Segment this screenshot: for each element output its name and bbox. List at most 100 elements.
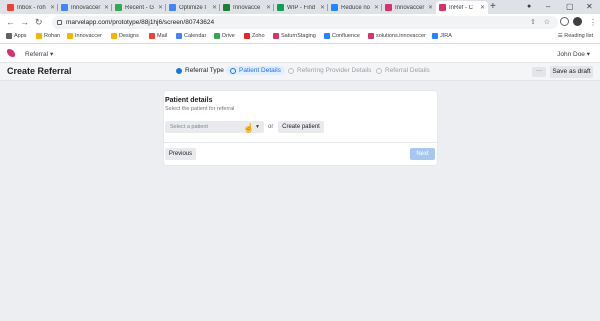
bookmark-label: JIRA [440,33,452,39]
create-patient-button[interactable]: Create patient [278,121,324,133]
tab-title: Reduce no [341,4,371,11]
step-referral-details: Referral Details [376,67,430,74]
calendar-icon [176,33,182,39]
chevron-down-icon: ▼ [255,124,260,130]
tab-title: Recent - G [125,4,155,11]
divider [164,142,437,143]
bookmark-folder[interactable]: Innovaccer [67,33,102,39]
circle-icon [376,67,382,74]
app-header: Referral ▾ John Doe ▾ [0,44,600,63]
confluence-icon [331,4,338,11]
close-tab-icon[interactable]: ✕ [374,4,379,11]
bookmark-mail[interactable]: Mail [149,33,167,39]
step-referring-provider: Referring Provider Details [288,67,371,74]
new-tab-icon[interactable]: + [490,1,496,13]
bookmark-label: Innovaccer [75,33,102,39]
back-icon[interactable]: ← [6,17,15,28]
minimize-icon[interactable]: – [546,1,550,13]
docs-icon [61,4,68,11]
chevron-down-icon: ▾ [49,51,54,58]
browser-tab-active[interactable]: InRef - C ✕ [436,1,488,14]
tab-search-icon[interactable]: ● [527,1,531,13]
avatar[interactable] [573,17,582,26]
reading-list-button[interactable]: ☰ Reading list [558,33,593,39]
browser-tab[interactable]: Inbox - roh ✕ [4,1,58,14]
bookmark-label: solutions.innovaccer [376,33,426,39]
hand-cursor-icon: ☝ [243,123,255,133]
circle-icon [230,67,236,74]
reload-icon[interactable]: ↻ [35,17,43,28]
lock-icon [57,20,62,25]
step-label: Referral Details [385,67,430,74]
next-button[interactable]: Next [410,148,435,160]
tab-title: InRef - C [449,4,474,11]
apps-grid-icon [6,33,12,39]
step-referral-type[interactable]: Referral Type [176,67,224,74]
bookmark-solutions[interactable]: solutions.innovaccer [368,33,426,39]
folder-icon [36,33,42,39]
check-circle-icon [176,67,182,74]
circle-icon [288,67,294,74]
step-patient-details[interactable]: Patient Details [226,66,285,75]
sheets-icon [277,4,284,11]
tab-title: Inbox - roh [17,4,46,11]
bookmark-label: Rohan [44,33,61,39]
close-tab-icon[interactable]: ✕ [480,4,485,11]
bookmark-confluence[interactable]: Confluence [324,33,360,39]
browser-tab[interactable]: Recent - G ✕ [112,1,166,14]
confluence-icon [324,33,330,39]
drive-icon [214,33,220,39]
tab-title: WIP - Find [287,4,316,11]
close-tab-icon[interactable]: ✕ [428,4,433,11]
sheets-icon [223,4,230,11]
bookmark-saturn[interactable]: SaturnStaging [273,33,316,39]
user-menu[interactable]: John Doe ▾ [557,50,590,58]
close-tab-icon[interactable]: ✕ [104,4,109,11]
bookmark-calendar[interactable]: Calendar [176,33,206,39]
zoho-icon [244,33,250,39]
tab-title: Innovaccer [395,4,425,11]
browser-tab[interactable]: Innovacce ✕ [220,1,274,14]
close-tab-icon[interactable]: ✕ [320,4,325,11]
tab-title: Innovacce [233,4,261,11]
tab-title: Optimize I [179,4,207,11]
maximize-icon[interactable]: ▢ [566,1,574,13]
reading-list-label: Reading list [564,33,593,39]
bookmark-zoho[interactable]: Zoho [244,33,265,39]
app-menu[interactable]: Referral ▾ [25,50,53,58]
browser-tab[interactable]: Reduce no ✕ [328,1,382,14]
close-tab-icon[interactable]: ✕ [212,4,217,11]
bookmark-label: Confluence [332,33,360,39]
extension-icon[interactable] [560,17,569,26]
browser-menu-icon[interactable]: ⋮ [589,17,597,28]
browser-tab[interactable]: Innovaccer ✕ [58,1,112,14]
chevron-down-icon: ▾ [586,51,590,58]
save-draft-button[interactable]: Save as draft [550,66,593,78]
step-label: Referral Type [185,67,224,74]
share-icon[interactable]: ⇧ [530,18,536,26]
browser-tab[interactable]: Innovaccer ✕ [382,1,436,14]
close-window-icon[interactable]: ✕ [586,1,593,13]
browser-tab[interactable]: Optimize I ✕ [166,1,220,14]
select-placeholder: Select a patient [170,124,208,130]
address-bar[interactable]: marvelapp.com/prototype/88j1hj6/screen/8… [52,16,558,29]
step-label: Patient Details [239,67,281,74]
page-title: Create Referral [7,66,72,76]
bookmark-star-icon[interactable]: ☆ [544,18,550,26]
bookmark-folder[interactable]: Designs [111,33,139,39]
previous-button[interactable]: Previous [165,148,196,160]
more-options-button[interactable]: ··· [532,67,546,77]
bookmark-folder[interactable]: Rohan [36,33,60,39]
browser-tab-bar: Inbox - roh ✕ Innovaccer ✕ Recent - G ✕ Opt… [0,0,600,14]
bookmark-jira[interactable]: JIRA [432,33,452,39]
close-tab-icon[interactable]: ✕ [266,4,271,11]
close-tab-icon[interactable]: ✕ [158,4,163,11]
tab-title: Innovaccer [71,4,101,11]
bookmark-drive[interactable]: Drive [214,33,235,39]
bookmark-apps[interactable]: Apps [6,33,27,39]
forward-icon[interactable]: → [20,17,29,28]
browser-tab[interactable]: WIP - Find ✕ [274,1,328,14]
bookmark-label: Apps [14,33,27,39]
close-tab-icon[interactable]: ✕ [50,4,55,11]
bookmark-label: SaturnStaging [281,33,316,39]
